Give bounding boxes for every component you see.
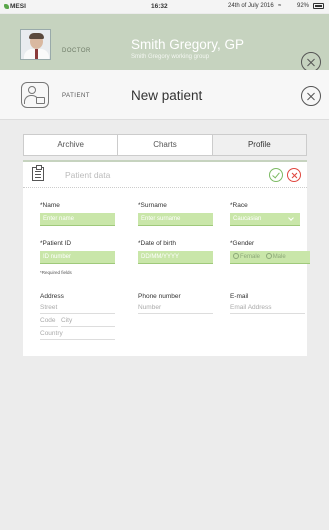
gender-male-option[interactable]: Male: [265, 253, 286, 260]
brand-logo: MESI: [4, 3, 26, 10]
card-title: Patient data: [65, 170, 111, 180]
chevron-down-icon: [288, 215, 294, 221]
required-note: *Required fields: [40, 270, 72, 275]
dob-input[interactable]: DD/MM/YYYY: [138, 251, 213, 264]
doctor-group: Smith Gregory working group: [131, 54, 210, 60]
gender-female-option[interactable]: Female: [233, 253, 260, 260]
country-input[interactable]: Country: [40, 330, 115, 340]
dob-label: *Date of birth: [138, 240, 176, 247]
gender-field: Female Male: [230, 251, 310, 264]
close-patient-icon[interactable]: [301, 86, 321, 106]
radio-icon: [233, 253, 239, 259]
street-input[interactable]: Street: [40, 304, 115, 314]
patient-data-card: Patient data *Name Enter name *Surname E…: [23, 162, 310, 356]
patient-id-input[interactable]: ID number: [40, 251, 115, 264]
email-label: E-mail: [230, 293, 249, 300]
phone-input[interactable]: Number: [138, 304, 213, 314]
phone-label: Phone number: [138, 293, 181, 300]
clipboard-icon: [32, 165, 44, 181]
battery-icon: [313, 3, 324, 9]
surname-label: *Surname: [138, 202, 167, 209]
patient-photo-icon[interactable]: [21, 82, 49, 108]
doctor-header: DOCTOR Smith Gregory, GP Smith Gregory w…: [0, 14, 329, 72]
tab-charts[interactable]: Charts: [118, 135, 213, 155]
race-label: *Race: [230, 202, 248, 209]
name-input[interactable]: Enter name: [40, 213, 115, 226]
name-label: *Name: [40, 202, 60, 209]
camera-icon: [36, 97, 45, 104]
date: 24th of July 2016: [228, 3, 274, 9]
surname-input[interactable]: Enter surname: [138, 213, 213, 226]
confirm-icon[interactable]: [269, 168, 283, 182]
clock: 16:32: [151, 3, 168, 10]
battery-percent: 92%: [297, 3, 310, 9]
radio-icon: [265, 253, 272, 259]
close-doctor-icon[interactable]: [301, 52, 321, 72]
wifi-icon: ≈: [278, 3, 282, 9]
tab-profile[interactable]: Profile: [212, 135, 306, 155]
status-bar: MESI 16:32 24th of July 2016 ≈ 92%: [0, 0, 329, 13]
email-input[interactable]: Email Address: [230, 304, 305, 314]
patient-header: PATIENT New patient: [0, 70, 329, 120]
address-label: Address: [40, 293, 64, 300]
leaf-icon: [4, 4, 9, 9]
brand-name: MESI: [10, 3, 26, 10]
race-value: Caucasian: [233, 216, 262, 222]
doctor-role-label: DOCTOR: [62, 48, 91, 54]
code-input[interactable]: Code: [40, 317, 58, 327]
doctor-name: Smith Gregory, GP: [131, 37, 245, 52]
card-header: Patient data: [23, 162, 307, 188]
patient-id-label: *Patient ID: [40, 240, 72, 247]
tab-bar: Archive Charts Profile: [23, 134, 307, 156]
gender-label: *Gender: [230, 240, 255, 247]
cancel-icon[interactable]: [287, 168, 301, 182]
tab-archive[interactable]: Archive: [24, 135, 119, 155]
doctor-avatar[interactable]: [20, 29, 51, 60]
city-input[interactable]: City: [61, 317, 115, 327]
race-select[interactable]: Caucasian: [230, 213, 300, 226]
patient-title: New patient: [131, 88, 203, 103]
patient-role-label: PATIENT: [62, 93, 90, 99]
